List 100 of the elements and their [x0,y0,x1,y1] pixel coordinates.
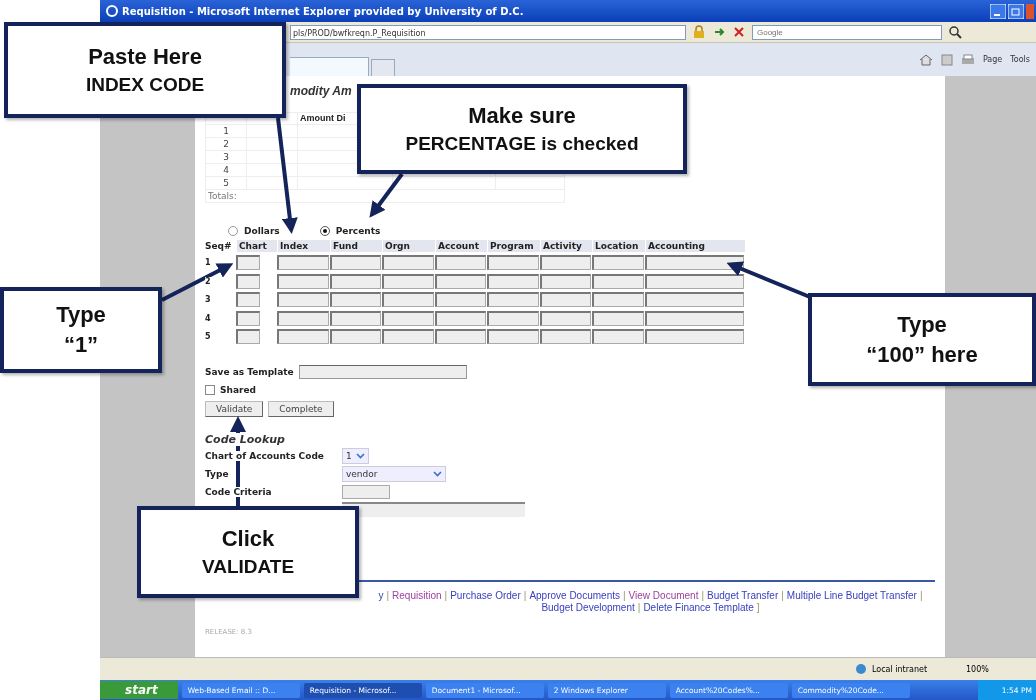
input-field[interactable] [645,292,744,307]
input-field[interactable] [330,292,381,307]
nav-link[interactable]: Delete Finance Template [643,601,754,614]
feed-icon[interactable] [940,53,953,66]
nav-link[interactable]: y [378,589,384,602]
print-icon[interactable] [960,53,975,66]
search-field[interactable]: Google [752,24,942,40]
input-field[interactable] [342,484,390,499]
field-label: Type [205,468,229,479]
nav-link[interactable]: Multiple Line Budget Transfer [786,589,917,602]
input-field[interactable] [540,255,591,270]
input-field[interactable] [236,310,260,326]
minimize-button[interactable] [990,3,1006,19]
separator: | [523,589,527,602]
input-field[interactable] [540,329,591,344]
item-number: 4 [223,164,229,175]
callout-text: INDEX CODE [85,74,205,96]
input-field[interactable] [330,329,381,344]
input-field[interactable] [592,329,644,344]
column-header: Chart [237,240,277,252]
input-field[interactable] [382,329,434,344]
input-field[interactable] [487,255,539,270]
form-button[interactable]: Complete [268,400,334,417]
input-field[interactable] [330,255,381,270]
input-field[interactable] [236,292,260,307]
input-field[interactable] [487,273,539,289]
input-field[interactable] [435,329,486,344]
input-field[interactable] [277,292,329,307]
address-field[interactable]: pls/PROD/bwfkreqn.P_Requisition [290,24,686,40]
callout-text: Click [221,526,275,552]
input-field[interactable] [382,255,434,270]
input-field[interactable] [330,273,381,289]
input-field[interactable] [382,273,434,289]
dropdown[interactable]: vendor [342,465,446,482]
input-field[interactable] [330,310,381,326]
input-field[interactable] [540,310,591,326]
callout-text: PERCENTAGE is checked [405,133,639,155]
nav-link[interactable]: Purchase Order [450,589,521,602]
input-field[interactable] [592,273,644,289]
separator: | [919,589,923,602]
column-header: Accounting [646,240,745,252]
row-number: 5 [205,332,211,341]
dropdown[interactable]: 1 [342,447,369,464]
item-number: 5 [223,177,229,188]
nav-link[interactable]: Budget Transfer [707,589,779,602]
input-field[interactable] [540,292,591,307]
callout-text: “100” here [866,341,978,368]
checkbox[interactable] [205,384,215,395]
zoom-level[interactable]: 100% [966,664,1016,674]
row-number: 1 [205,258,211,267]
input-field[interactable] [645,273,744,289]
input-field[interactable] [382,310,434,326]
nav-link[interactable]: Requisition [392,589,442,602]
input-field[interactable] [487,292,539,307]
input-field[interactable] [435,273,486,289]
field-label: Chart of Accounts Code [205,450,324,461]
input-field[interactable] [592,310,644,326]
separator: | [386,589,390,602]
command-menu[interactable]: Tools [1010,55,1030,64]
input-field[interactable] [645,255,744,270]
separator: | [623,589,626,602]
input-field[interactable] [277,273,329,289]
browser-tab[interactable] [290,57,369,76]
input-field[interactable] [592,255,644,270]
callout-text: Type [897,311,947,338]
input-field[interactable] [435,310,486,326]
input-field[interactable] [236,329,260,344]
restore-button[interactable] [1008,3,1024,19]
command-menu[interactable]: Page [982,55,1003,64]
start-button[interactable]: start [100,681,178,699]
callout-text: Paste Here [88,44,202,70]
nav-link[interactable]: Budget Development [541,601,635,614]
row-number: 3 [205,295,211,304]
globe-icon [854,663,868,675]
radio-button[interactable] [319,226,330,236]
input-field[interactable] [236,255,260,270]
template-name-field[interactable] [298,364,467,379]
input-field[interactable] [645,310,744,326]
nav-link[interactable]: Approve Documents [529,589,620,602]
form-button[interactable]: Validate [205,400,264,417]
stop-icon[interactable] [732,25,746,39]
input-field[interactable] [487,310,539,326]
separator: | [637,601,641,614]
input-field[interactable] [540,273,591,289]
input-field[interactable] [277,310,329,326]
input-field[interactable] [435,292,486,307]
input-field[interactable] [487,329,539,344]
input-field[interactable] [382,292,434,307]
input-field[interactable] [645,329,744,344]
column-header: Fund [331,240,382,252]
search-icon[interactable] [948,25,962,39]
input-field[interactable] [435,255,486,270]
input-field[interactable] [277,329,329,344]
item-number: 2 [223,138,229,149]
radio-button[interactable] [228,226,238,236]
input-field[interactable] [277,255,329,270]
home-icon[interactable] [918,53,933,66]
input-field[interactable] [592,292,644,307]
input-field[interactable] [236,273,260,289]
nav-link[interactable]: View Document [628,589,699,602]
